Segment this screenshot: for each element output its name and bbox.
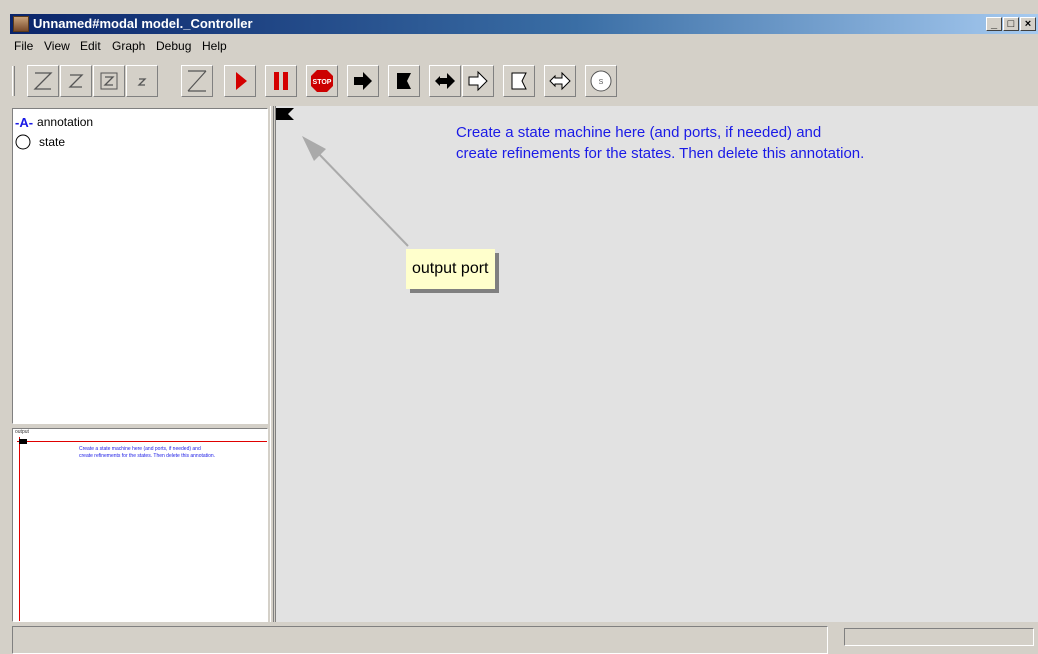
io-multiport-icon [549,71,571,91]
overview-top-edge [17,441,267,442]
zoom-reset-button[interactable] [27,65,59,97]
menu-edit[interactable]: Edit [80,39,101,53]
maximize-button[interactable]: □ [1003,17,1019,31]
progress-bar [844,628,1034,646]
zoom-fit-icon [100,72,118,90]
output-port-icon [276,108,294,120]
overview-annotation: Create a state machine here (and ports, … [79,446,216,459]
menu-bar: File View Edit Graph Debug Help [10,36,1038,58]
zoom-reset-icon [33,72,53,90]
menu-view[interactable]: View [44,39,70,53]
graph-canvas[interactable]: Create a state machine here (and ports, … [275,106,1038,622]
io-port-icon [435,73,455,89]
splitter[interactable] [270,106,274,622]
zoom-out-icon [137,78,147,86]
run-icon [236,72,247,90]
overview-port-icon [19,439,27,444]
output-multiport-icon [511,72,527,90]
menu-graph[interactable]: Graph [112,39,145,53]
library-item-label: state [39,135,66,149]
stop-icon-text: STOP [313,79,332,86]
output-port-icon [397,73,411,89]
full-screen-icon [187,70,207,92]
stop-icon: STOP [311,70,333,92]
pause-icon [274,72,288,90]
input-multiport-button[interactable] [462,65,494,97]
app-icon [13,16,29,32]
state-icon: S [590,70,612,92]
menu-debug[interactable]: Debug [156,39,191,53]
library-item-state[interactable]: state [15,133,65,151]
window-title: Unnamed#modal model._Controller [33,16,253,31]
state-icon-text: S [599,79,604,86]
overview-panel[interactable]: output Create a state machine here (and … [12,428,268,622]
output-multiport-button[interactable] [503,65,535,97]
library-item-annotation[interactable]: -A- annotation [15,113,93,131]
zoom-in-button[interactable] [60,65,92,97]
run-button[interactable] [224,65,256,97]
io-multiport-button[interactable] [544,65,576,97]
io-port-button[interactable] [429,65,461,97]
close-button[interactable]: × [1020,17,1036,31]
annotation-icon: -A- [15,114,34,130]
canvas-graphics [276,108,409,247]
stop-button[interactable]: STOP [306,65,338,97]
status-bar [10,622,1038,654]
toolbar: STOP S [10,62,1038,102]
zoom-in-icon [68,74,84,88]
overview-left-edge [19,437,20,621]
status-message [12,626,828,654]
state-icon [15,134,31,150]
output-port-button[interactable] [388,65,420,97]
library-item-label: annotation [37,115,94,129]
input-multiport-icon [468,70,488,92]
input-port-button[interactable] [347,65,379,97]
menu-help[interactable]: Help [202,39,227,53]
overview-port-label: output [15,429,29,435]
zoom-fit-button[interactable] [93,65,125,97]
zoom-out-button[interactable] [126,65,158,97]
state-button[interactable]: S [585,65,617,97]
full-screen-button[interactable] [181,65,213,97]
library-tree: -A- annotation state [12,108,268,424]
tooltip-pointer [317,152,409,247]
pause-button[interactable] [265,65,297,97]
minimize-button[interactable]: _ [986,17,1002,31]
input-port-icon [354,72,372,90]
port-tooltip: output port [406,249,495,289]
menu-file[interactable]: File [14,39,33,53]
title-bar: Unnamed#modal model._Controller _ □ × [10,14,1038,34]
canvas-annotation[interactable]: Create a state machine here (and ports, … [456,122,996,164]
toolbar-grip[interactable] [12,66,15,96]
